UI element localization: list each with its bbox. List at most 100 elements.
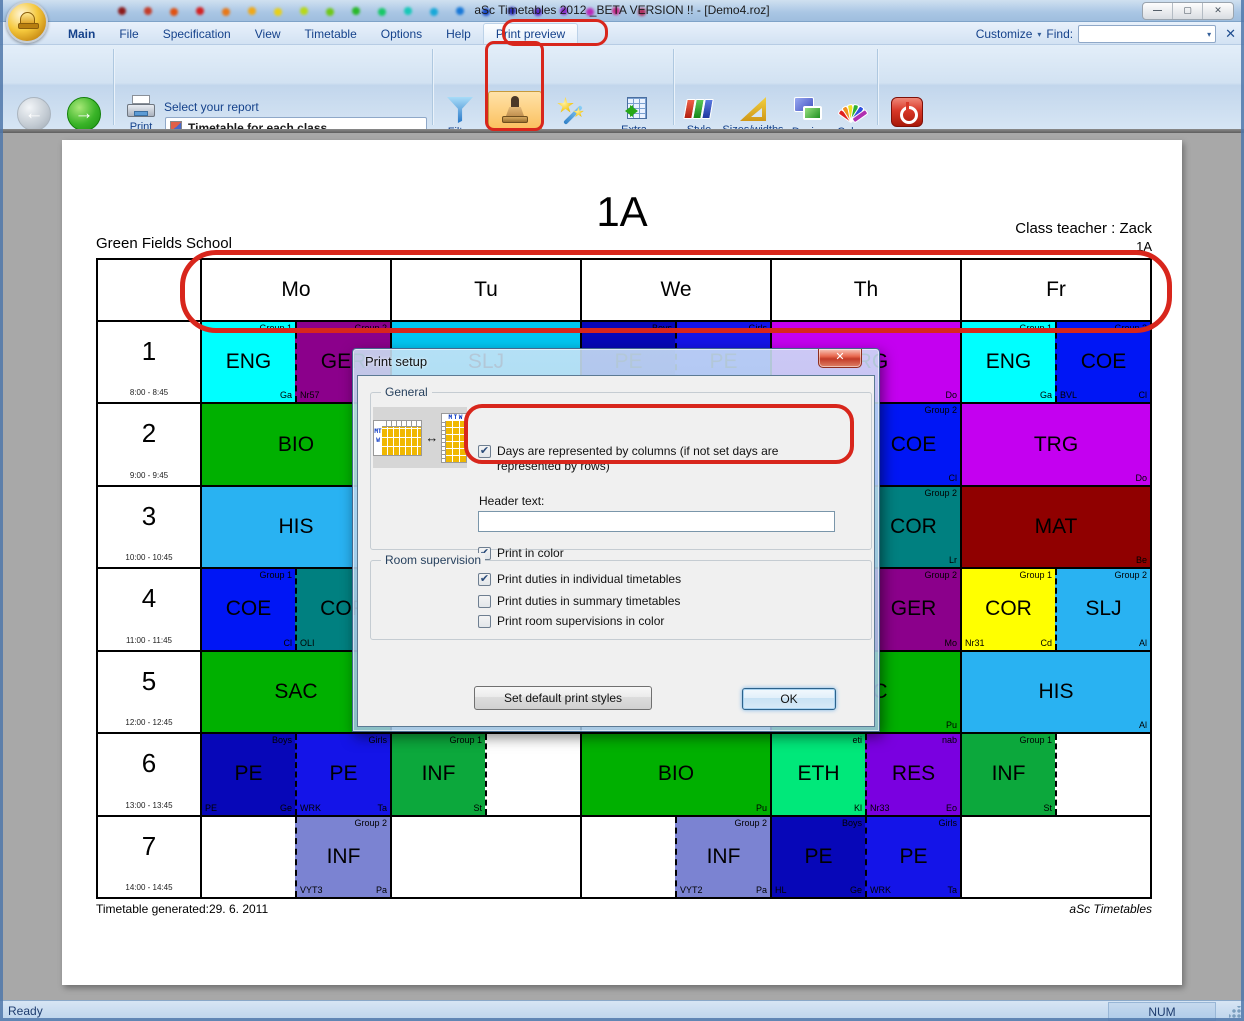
period-number: 7	[98, 831, 200, 862]
arrow-right-icon: →	[67, 97, 101, 131]
group-label: Group 2	[354, 324, 387, 333]
teacher-label: Ga	[280, 391, 292, 400]
timetable-cell[interactable]: INFGroup 2VYT3Pa	[202, 817, 392, 897]
page-title: 1A	[62, 188, 1182, 236]
tab-main[interactable]: Main	[56, 24, 107, 44]
group-label: Group 1	[259, 324, 292, 333]
timetable-cell[interactable]: MATBe	[962, 487, 1150, 567]
close-button[interactable]: ✕	[1203, 3, 1233, 19]
teacher-label: Cl	[949, 474, 958, 483]
timetable-cell[interactable]: ETHetiKlRESnabNr33Eo	[772, 734, 962, 814]
status-text: Ready	[8, 1004, 43, 1018]
brand-label: aSc Timetables	[1069, 902, 1152, 916]
group-label: Group 1	[449, 736, 482, 745]
ok-button[interactable]: OK	[742, 688, 836, 710]
group-label: Group 1	[1019, 324, 1052, 333]
subject-label: SAC	[274, 680, 317, 704]
customize-button[interactable]: Customize	[976, 27, 1033, 41]
minimize-button[interactable]: —	[1143, 3, 1173, 19]
timetable-corner-cell	[98, 260, 202, 320]
days-columns-checkbox[interactable]: ✔ Days are represented by columns (if no…	[478, 444, 844, 474]
teacher-label: Mo	[944, 639, 957, 648]
tab-print-preview[interactable]: Print preview	[483, 23, 578, 44]
statusbar: Ready NUM	[0, 1000, 1244, 1021]
lesson: SLJGroup 2Al	[1055, 569, 1150, 649]
room-label: VYT3	[300, 886, 323, 895]
resize-grip[interactable]	[1229, 1006, 1241, 1018]
color-fan-icon	[838, 97, 868, 123]
group-label: Group 2	[924, 406, 957, 415]
group-label: Group 1	[259, 571, 292, 580]
subject-label: BIO	[658, 762, 694, 786]
empty-slot	[962, 817, 1150, 897]
dialog-close-button[interactable]: ✕	[818, 349, 862, 368]
subject-label: PE	[234, 762, 262, 786]
room-label: BVL	[1060, 391, 1077, 400]
teacher-label: Cl	[1139, 391, 1148, 400]
room-label: Nr57	[300, 391, 320, 400]
days-as-rows-icon: MTW	[373, 420, 422, 456]
tab-file[interactable]: File	[107, 24, 150, 44]
find-label: Find:	[1046, 27, 1073, 41]
teacher-label: Cl	[284, 639, 293, 648]
days-columns-checkbox-label: Days are represented by columns (if not …	[497, 444, 844, 474]
timetable-cell[interactable]: TRGDo	[962, 404, 1150, 484]
period-number: 2	[98, 418, 200, 449]
subject-label: GER	[891, 597, 937, 621]
supervisions-color-checkbox[interactable]: Print room supervisions in color	[478, 614, 664, 629]
period-time: 13:00 - 13:45	[98, 801, 200, 810]
class-teacher-sub: 1A	[1136, 239, 1152, 254]
timetable-cell[interactable]: HISAl	[962, 652, 1150, 732]
maximize-button[interactable]: ▢	[1173, 3, 1203, 19]
subject-label: ENG	[986, 350, 1032, 374]
timetable-cell[interactable]: PEBoysPEGePEGirlsWRKTa	[202, 734, 392, 814]
room-label: WRK	[300, 804, 321, 813]
print-in-color-checkbox[interactable]: ✔ Print in color	[478, 546, 564, 561]
app-logo[interactable]	[6, 1, 48, 43]
app-logo-bell-icon	[20, 12, 35, 26]
timetable-cell[interactable]: ENGGroup 1GaCOEGroup 2BVLCl	[962, 322, 1150, 402]
find-caret-icon: ▾	[1207, 30, 1211, 39]
menubar: Main File Specification View Timetable O…	[0, 22, 1244, 45]
period-time: 8:00 - 8:45	[98, 388, 200, 397]
find-input[interactable]: ▾	[1078, 25, 1216, 43]
set-default-print-styles-button[interactable]: Set default print styles	[474, 686, 652, 710]
group-separator	[673, 49, 674, 125]
timetable-cell[interactable]: INFGroup 2VYT2Pa	[582, 817, 772, 897]
timetable-cell[interactable]	[392, 817, 582, 897]
tab-help[interactable]: Help	[434, 24, 483, 44]
room-label: OLI	[300, 639, 315, 648]
duties-individual-checkbox[interactable]: ✔ Print duties in individual timetables	[478, 572, 681, 587]
day-header: Th	[772, 260, 962, 320]
timetable-cell[interactable]: CORGroup 1Nr31CdSLJGroup 2Al	[962, 569, 1150, 649]
group-separator	[877, 49, 878, 125]
period-label: 18:00 - 8:45	[98, 322, 202, 402]
timetable-cell[interactable]: BIO Pu	[582, 734, 772, 814]
general-label: General	[381, 385, 432, 399]
timetable-cell[interactable]: PEBoysHLGePEGirlsWRKTa	[772, 817, 962, 897]
empty-slot	[1055, 734, 1150, 814]
duties-summary-checkbox[interactable]: Print duties in summary timetables	[478, 594, 680, 609]
lesson: COEGroup 2BVLCl	[1055, 322, 1150, 402]
design-pictures-icon	[794, 97, 824, 123]
subject-label: INF	[422, 762, 456, 786]
tab-options[interactable]: Options	[369, 24, 434, 44]
timetable-cell[interactable]: INFGroup 1St	[962, 734, 1150, 814]
timetable-cell[interactable]	[962, 817, 1150, 897]
tab-timetable[interactable]: Timetable	[293, 24, 369, 44]
tab-specification[interactable]: Specification	[151, 24, 243, 44]
subject-label: PE	[899, 845, 927, 869]
close-ribbon-icon[interactable]: ✕	[1225, 26, 1236, 42]
timetable-cell[interactable]: INFGroup 1St	[392, 734, 582, 814]
teacher-label: Ge	[850, 886, 862, 895]
tab-view[interactable]: View	[243, 24, 293, 44]
magic-wand-icon	[557, 97, 587, 127]
lesson: PEBoysHLGe	[772, 817, 865, 897]
group-label: Boys	[272, 736, 292, 745]
menu-tabs: Main File Specification View Timetable O…	[56, 22, 578, 45]
teacher-label: Pu	[756, 804, 767, 813]
header-text-input[interactable]	[478, 511, 835, 532]
lesson: INFGroup 1St	[392, 734, 485, 814]
teacher-label: Eo	[946, 804, 957, 813]
period-label: 29:00 - 9:45	[98, 404, 202, 484]
